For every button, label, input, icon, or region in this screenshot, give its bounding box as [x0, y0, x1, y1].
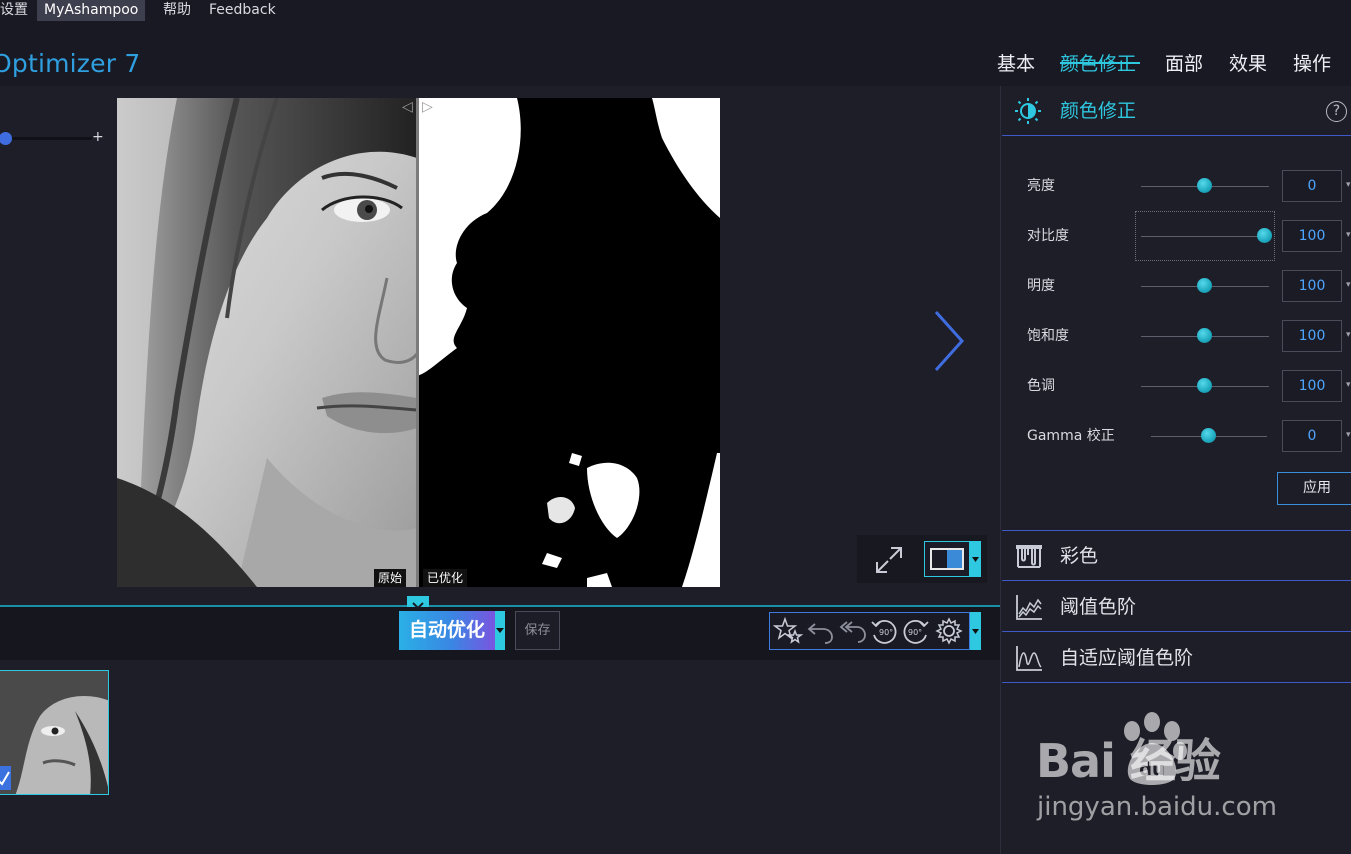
- app-window: 设置 MyAshampoo 帮助 Feedback Optimizer 7 基本…: [0, 0, 1351, 854]
- contrast-stepper-icon[interactable]: ▾: [1346, 230, 1351, 240]
- fullscreen-expand-icon[interactable]: [873, 544, 905, 576]
- color-palette-icon: [1016, 545, 1042, 568]
- hue-label: 色调: [1027, 378, 1055, 394]
- section-threshold-levels[interactable]: [1002, 581, 1351, 631]
- save-button[interactable]: 保存: [515, 611, 560, 650]
- split-handle-left-icon[interactable]: ◁: [402, 99, 413, 115]
- compare-mode-button[interactable]: [924, 541, 970, 577]
- lightness-label: 明度: [1027, 278, 1055, 294]
- saturation-stepper-icon[interactable]: ▾: [1346, 330, 1351, 340]
- gamma-stepper-icon[interactable]: ▾: [1346, 430, 1351, 440]
- app-title: Optimizer 7: [0, 49, 141, 78]
- zoom-slider-thumb[interactable]: [0, 132, 12, 145]
- zoom-slider-track[interactable]: [0, 137, 92, 140]
- section-adaptive-label[interactable]: 自适应阈值色阶: [1060, 644, 1193, 672]
- watermark-brand: Bai 经验: [1036, 734, 1221, 788]
- contrast-slider-track[interactable]: [1141, 236, 1269, 237]
- watermark-url: jingyan.baidu.com: [1037, 792, 1277, 822]
- brightness-contrast-icon: [1015, 98, 1041, 124]
- menu-item-help[interactable]: 帮助: [156, 0, 198, 21]
- lightness-stepper-icon[interactable]: ▾: [1346, 280, 1351, 290]
- split-view-icon: [930, 548, 964, 570]
- menu-item-feedback[interactable]: Feedback: [202, 0, 283, 21]
- undo-all-icon[interactable]: [837, 616, 867, 646]
- toolbar-dropdown[interactable]: [970, 612, 981, 650]
- saturation-value[interactable]: 100: [1282, 320, 1342, 352]
- gamma-label: Gamma 校正: [1027, 428, 1115, 444]
- apply-button[interactable]: 应用: [1277, 472, 1351, 505]
- hue-stepper-icon[interactable]: ▾: [1346, 380, 1351, 390]
- panel-divider: [1002, 135, 1351, 136]
- settings-gear-icon[interactable]: [934, 616, 964, 646]
- chevron-down-icon: [412, 602, 424, 610]
- contrast-value[interactable]: 100: [1282, 220, 1342, 252]
- rotate-right-90-icon[interactable]: 90°: [901, 616, 931, 646]
- undo-icon[interactable]: [805, 616, 835, 646]
- svg-text:90°: 90°: [879, 628, 893, 637]
- saturation-label: 饱和度: [1027, 328, 1069, 344]
- compare-mode-dropdown[interactable]: [970, 541, 981, 577]
- menu-item-settings[interactable]: 设置: [0, 0, 35, 21]
- auto-optimize-button[interactable]: 自动优化: [399, 611, 495, 650]
- tab-effects[interactable]: 效果: [1229, 50, 1267, 78]
- adaptive-threshold-icon: [1016, 646, 1042, 671]
- tab-color-correction[interactable]: 颜色修正: [1060, 50, 1136, 78]
- next-image-icon[interactable]: [928, 310, 968, 372]
- section-threshold-label[interactable]: 阈值色阶: [1060, 593, 1136, 621]
- hue-value[interactable]: 100: [1282, 370, 1342, 402]
- thumbnail-image: [0, 671, 108, 794]
- brightness-slider-thumb[interactable]: [1197, 178, 1212, 193]
- help-icon[interactable]: ?: [1326, 101, 1347, 122]
- image-thumbnail[interactable]: [0, 670, 109, 795]
- magic-stars-icon[interactable]: [773, 616, 803, 646]
- chevron-down-icon: [972, 629, 979, 634]
- section-color[interactable]: [1002, 531, 1351, 581]
- chevron-down-icon: [496, 628, 504, 633]
- active-tab-indicator: [1060, 62, 1140, 64]
- contrast-label: 对比度: [1027, 228, 1069, 244]
- check-icon: [0, 771, 10, 786]
- menu-item-myashampoo[interactable]: MyAshampoo: [37, 0, 146, 21]
- lightness-value[interactable]: 100: [1282, 270, 1342, 302]
- split-divider[interactable]: [416, 98, 419, 587]
- tab-actions[interactable]: 操作: [1293, 50, 1331, 78]
- auto-optimize-dropdown[interactable]: [495, 611, 505, 650]
- section-color-label[interactable]: 彩色: [1060, 542, 1098, 570]
- tab-basic[interactable]: 基本: [997, 50, 1035, 78]
- gamma-value[interactable]: 0: [1282, 420, 1342, 452]
- tab-face[interactable]: 面部: [1165, 50, 1203, 78]
- original-caption: 原始: [374, 569, 407, 587]
- panel-title: 颜色修正: [1060, 100, 1137, 122]
- brightness-label: 亮度: [1027, 178, 1055, 194]
- zoom-in-icon[interactable]: +: [92, 129, 104, 145]
- gamma-slider-thumb[interactable]: [1201, 428, 1216, 443]
- optimized-caption: 已优化: [423, 569, 468, 587]
- chevron-down-icon: [972, 557, 979, 562]
- app-header: Optimizer 7: [0, 22, 1351, 86]
- menu-bar: 设置 MyAshampoo 帮助 Feedback: [0, 0, 1351, 22]
- collapse-toggle[interactable]: [407, 596, 429, 610]
- brightness-stepper-icon[interactable]: ▾: [1346, 180, 1351, 190]
- section-divider: [1002, 682, 1351, 683]
- rotate-left-90-icon[interactable]: 90°: [869, 616, 899, 646]
- thumbnail-selected-checkbox[interactable]: [0, 766, 11, 790]
- brightness-value[interactable]: 0: [1282, 170, 1342, 202]
- svg-text:90°: 90°: [908, 628, 922, 637]
- threshold-levels-icon: [1016, 595, 1042, 620]
- contrast-slider-thumb[interactable]: [1257, 228, 1272, 243]
- saturation-slider-thumb[interactable]: [1197, 328, 1212, 343]
- hue-slider-thumb[interactable]: [1197, 378, 1212, 393]
- lightness-slider-thumb[interactable]: [1197, 278, 1212, 293]
- split-handle-right-icon[interactable]: ▷: [422, 99, 433, 115]
